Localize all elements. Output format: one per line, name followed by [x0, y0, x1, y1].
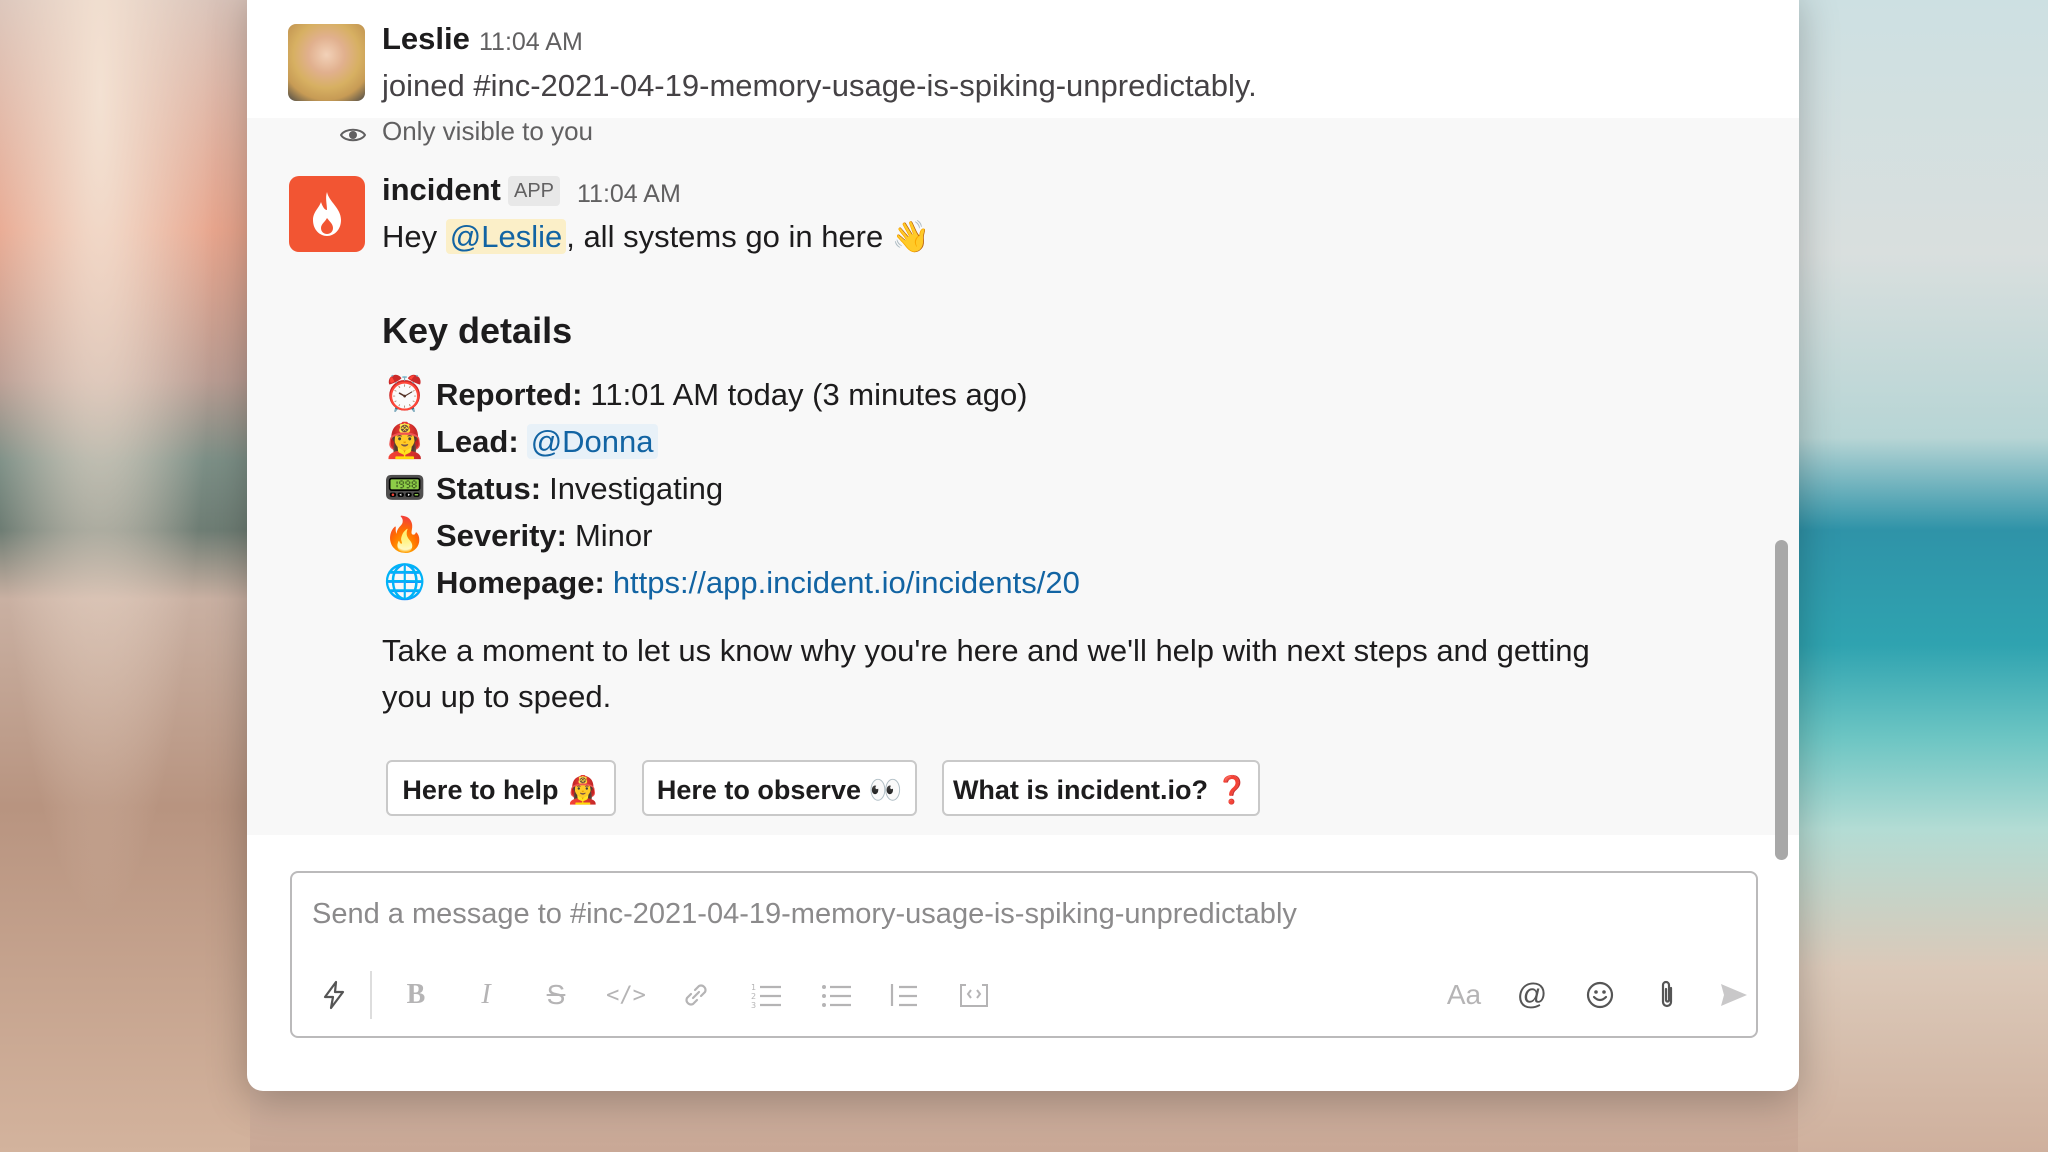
code-icon[interactable]: </>: [604, 973, 648, 1017]
app-badge: APP: [508, 176, 561, 206]
svg-text:2: 2: [751, 992, 756, 1001]
desktop-background-right: [1798, 0, 2048, 1152]
detail-lead: 👩‍🚒 Lead: @Donna: [382, 418, 658, 464]
what-is-incident-button[interactable]: What is incident.io? ❓: [942, 760, 1260, 816]
incident-app-avatar[interactable]: [289, 176, 365, 252]
globe-icon: 🌐: [383, 563, 427, 601]
detail-value: 11:01 AM today (3 minutes ago): [590, 377, 1028, 412]
alarm-clock-icon: ⏰: [383, 375, 427, 413]
message-timestamp[interactable]: 11:04 AM: [479, 28, 583, 57]
here-to-help-button[interactable]: Here to help 👩‍🚒: [386, 760, 616, 816]
detail-label: Homepage:: [436, 565, 605, 600]
detail-severity: 🔥 Severity: Minor: [382, 512, 653, 558]
visibility-note: Only visible to you: [382, 116, 593, 146]
detail-label: Severity:: [436, 518, 567, 553]
detail-homepage: 🌐 Homepage: https://app.incident.io/incide…: [382, 559, 1080, 605]
detail-label: Lead:: [436, 424, 519, 459]
desktop-background-left: [0, 0, 250, 1152]
detail-value: Investigating: [549, 471, 724, 506]
join-message-text: joined #inc-2021-04-19-memory-usage-is-s…: [382, 68, 1257, 103]
link-icon[interactable]: [674, 973, 718, 1017]
detail-reported: ⏰ Reported: 11:01 AM today (3 minutes ago): [382, 371, 1028, 417]
detail-label: Reported:: [436, 377, 583, 412]
shortcuts-icon[interactable]: [312, 973, 356, 1017]
eye-icon: [340, 128, 366, 142]
flame-icon: [313, 192, 341, 236]
avatar[interactable]: [288, 24, 365, 101]
detail-status: 📟 Status: Investigating: [382, 465, 723, 511]
scrollbar[interactable]: [1775, 540, 1788, 860]
intro-blurb: Take a moment to let us know why you're …: [382, 633, 1590, 714]
send-icon[interactable]: [1712, 973, 1756, 1017]
homepage-link[interactable]: https://app.incident.io/incidents/20: [613, 565, 1080, 600]
fire-icon: 🔥: [383, 516, 427, 554]
pager-icon: 📟: [383, 469, 427, 507]
numbered-list-icon[interactable]: 123: [744, 973, 788, 1017]
join-message: Leslie 11:04 AM joined #inc-2021-04-19-m…: [247, 0, 1799, 118]
greeting-line: Hey @Leslie, all systems go in here 👋: [382, 218, 930, 255]
message-timestamp[interactable]: 11:04 AM: [577, 180, 681, 209]
firefighter-icon: 👩‍🚒: [383, 422, 427, 460]
format-toggle-icon[interactable]: Aa: [1442, 973, 1486, 1017]
bold-icon[interactable]: B: [394, 973, 438, 1017]
message-author[interactable]: Leslie: [382, 21, 470, 57]
greeting-prefix: Hey: [382, 219, 446, 254]
italic-icon[interactable]: I: [464, 973, 508, 1017]
message-composer: B I S </> 123 Aa @: [290, 871, 1758, 1038]
strikethrough-icon[interactable]: S: [534, 973, 578, 1017]
wave-emoji: 👋: [891, 219, 931, 254]
key-details-heading: Key details: [382, 310, 573, 351]
blockquote-icon[interactable]: [882, 973, 926, 1017]
message-input[interactable]: [310, 891, 1714, 937]
composer-toolbar: B I S </> 123 Aa @: [292, 969, 1756, 1025]
here-to-observe-button[interactable]: Here to observe 👀: [642, 760, 917, 816]
svg-text:3: 3: [751, 1001, 756, 1009]
code-block-icon[interactable]: [952, 973, 996, 1017]
toolbar-divider: [370, 971, 372, 1019]
greeting-suffix: , all systems go in here: [566, 219, 884, 254]
emoji-icon[interactable]: [1578, 973, 1622, 1017]
mention-icon[interactable]: @: [1510, 973, 1554, 1017]
detail-label: Status:: [436, 471, 542, 506]
bulleted-list-icon[interactable]: [814, 973, 858, 1017]
user-mention[interactable]: @Donna: [526, 424, 658, 459]
svg-text:1: 1: [751, 983, 756, 992]
user-mention[interactable]: @Leslie: [445, 219, 567, 254]
detail-value: Minor: [574, 518, 653, 553]
attachment-icon[interactable]: [1645, 973, 1689, 1017]
slack-channel-window: Leslie 11:04 AM joined #inc-2021-04-19-m…: [247, 0, 1799, 1091]
message-author[interactable]: incident: [382, 172, 501, 208]
